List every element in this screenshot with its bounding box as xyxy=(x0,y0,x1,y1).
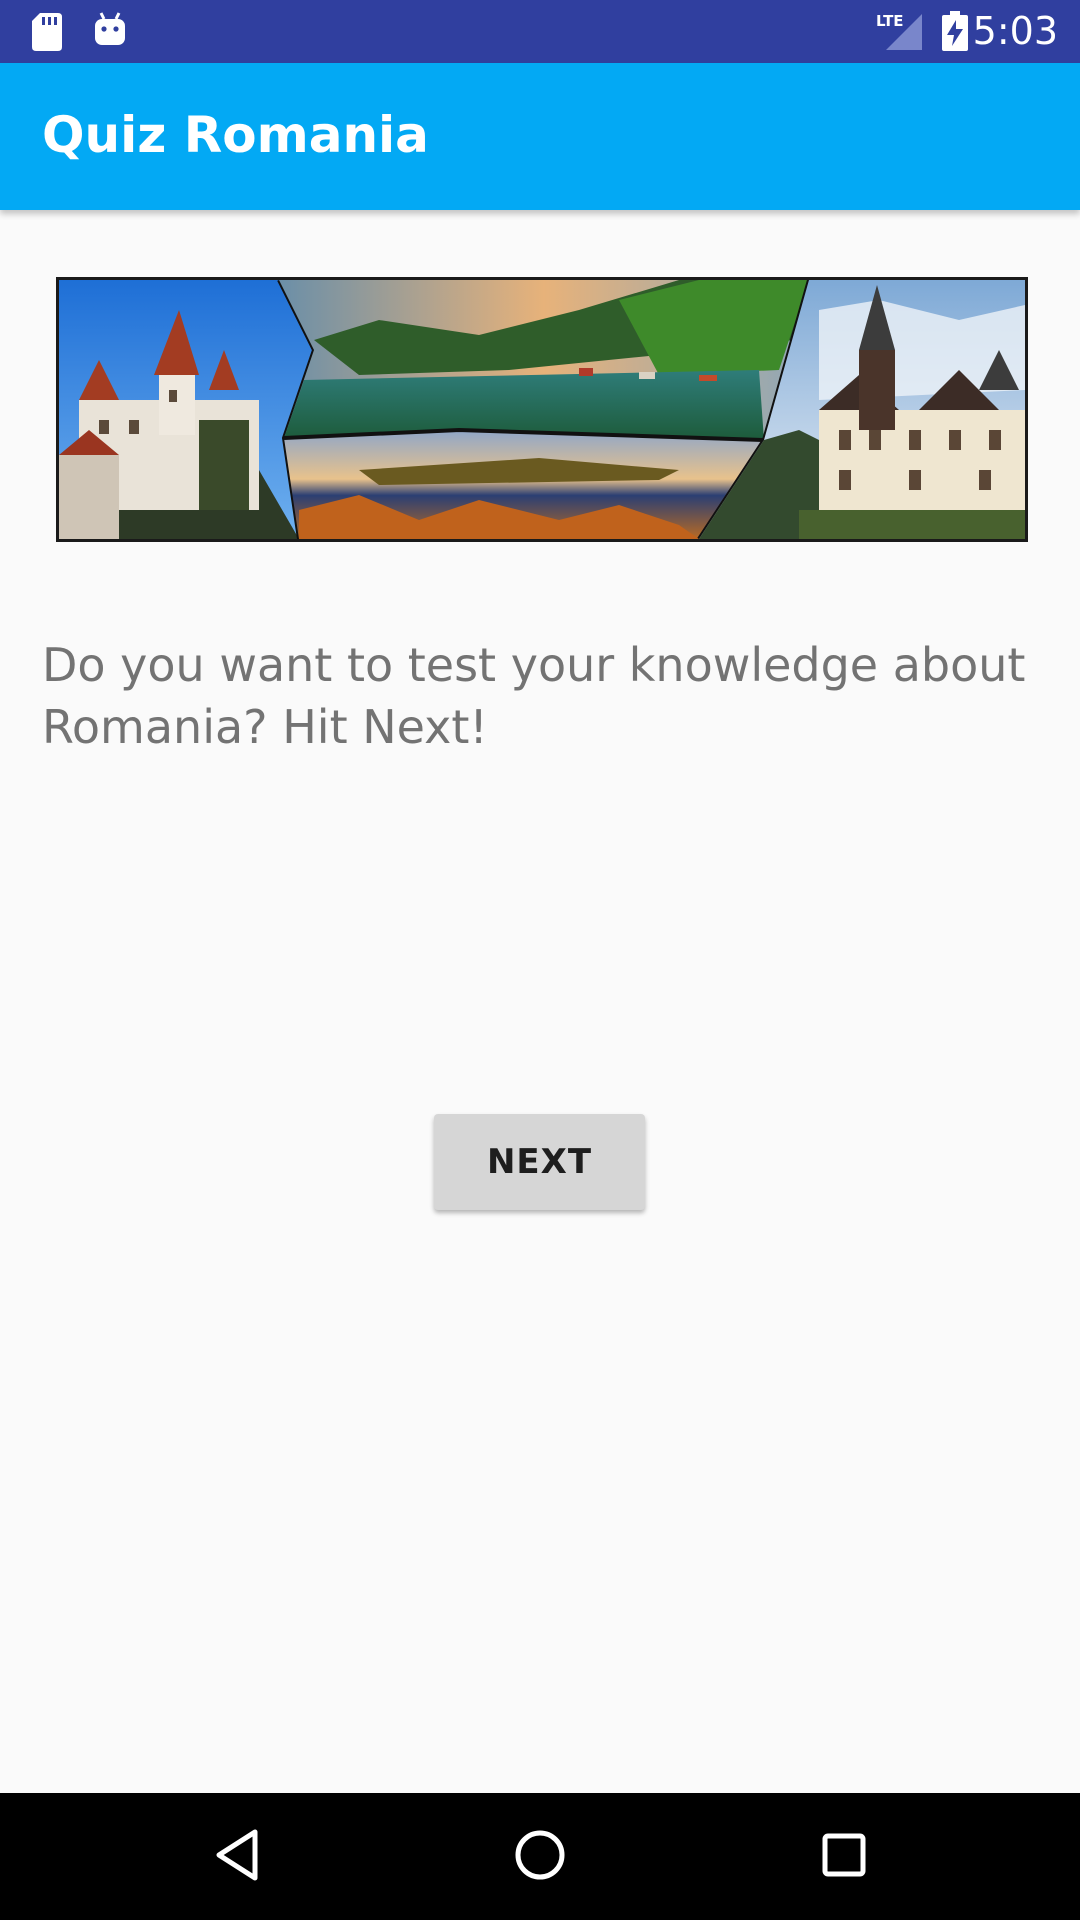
navigation-bar xyxy=(0,1793,1080,1920)
status-bar: LTE 5:03 xyxy=(0,0,1080,63)
status-time: 5:03 xyxy=(972,9,1058,53)
next-button[interactable]: NEXT xyxy=(434,1114,645,1210)
sd-card-icon xyxy=(32,13,62,55)
intro-text: Do you want to test your knowledge about… xyxy=(42,638,1026,754)
android-icon xyxy=(94,11,126,51)
battery-charging-icon xyxy=(942,11,968,55)
home-icon xyxy=(514,1829,566,1885)
lte-signal-icon: LTE xyxy=(874,10,922,56)
recents-button[interactable] xyxy=(764,1793,924,1920)
svg-text:LTE: LTE xyxy=(876,12,904,30)
back-button[interactable] xyxy=(157,1793,317,1920)
romania-landmarks-banner xyxy=(56,277,1028,542)
app-title: Quiz Romania xyxy=(42,106,429,164)
home-button[interactable] xyxy=(460,1793,620,1920)
back-icon xyxy=(213,1828,261,1886)
recents-icon xyxy=(821,1832,867,1882)
app-bar: Quiz Romania xyxy=(0,63,1080,210)
